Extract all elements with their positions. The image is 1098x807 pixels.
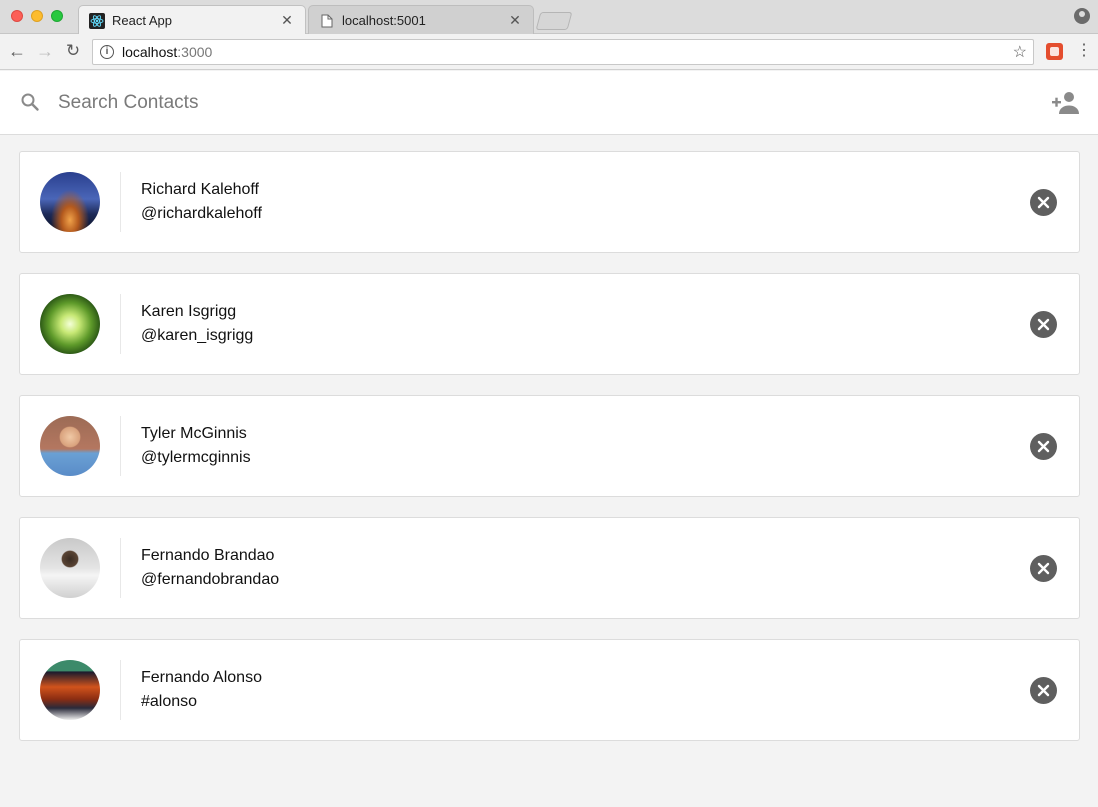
remove-contact-button[interactable] [1030,555,1057,582]
avatar [40,538,100,598]
address-bar[interactable]: i localhost:3000 ☆ [92,39,1034,65]
avatar [40,660,100,720]
contact-name: Fernando Brandao [141,547,275,564]
close-icon [1037,440,1050,453]
forward-arrow-icon[interactable]: → [34,40,56,62]
remove-contact-button[interactable] [1030,189,1057,216]
divider [120,416,121,476]
document-icon [319,13,335,29]
minimize-window-button[interactable] [31,10,43,22]
contact-handle: @fernandobrandao [141,571,280,588]
contact-name: Tyler McGinnis [141,425,247,442]
search-icon [20,92,40,112]
browser-titlebar: React App ✕ localhost:5001 ✕ [0,0,1098,35]
add-person-icon[interactable] [1052,90,1080,116]
contact-card: Karen Isgrigg @karen_isgrigg [19,273,1080,375]
remove-contact-button[interactable] [1030,311,1057,338]
contact-name: Richard Kalehoff [141,181,259,198]
close-tab-icon[interactable]: ✕ [279,12,295,29]
bookmark-star-icon[interactable]: ☆ [1013,42,1027,62]
contact-handle: @tylermcginnis [141,449,251,466]
back-arrow-icon[interactable]: ← [6,40,28,62]
close-icon [1037,196,1050,209]
close-tab-icon[interactable]: ✕ [507,12,523,29]
profile-icon[interactable] [1074,8,1090,24]
extension-icon[interactable] [1046,43,1063,60]
remove-contact-button[interactable] [1030,677,1057,704]
avatar [40,172,100,232]
info-icon[interactable]: i [100,45,114,59]
close-icon [1037,318,1050,331]
contact-handle: #alonso [141,693,198,710]
contact-details: Tyler McGinnis @tylermcginnis [141,424,251,468]
tab-title: React App [112,13,172,28]
url-host: localhost [122,44,178,60]
contact-name: Karen Isgrigg [141,303,237,320]
divider [120,172,121,232]
tab-title: localhost:5001 [342,13,426,28]
contact-details: Fernando Alonso #alonso [141,668,262,712]
contact-card: Tyler McGinnis @tylermcginnis [19,395,1080,497]
close-window-button[interactable] [11,10,23,22]
contact-list: Richard Kalehoff @richardkalehoff Karen … [19,151,1080,761]
tab-localhost-5001[interactable]: localhost:5001 ✕ [308,5,534,35]
avatar [40,294,100,354]
remove-contact-button[interactable] [1030,433,1057,460]
tab-react-app[interactable]: React App ✕ [78,5,306,35]
contact-card: Richard Kalehoff @richardkalehoff [19,151,1080,253]
contact-handle: @richardkalehoff [141,205,262,222]
divider [120,538,121,598]
divider [120,294,121,354]
contact-card: Fernando Alonso #alonso [19,639,1080,741]
search-bar [0,71,1098,135]
react-icon [89,12,105,29]
search-input[interactable] [58,85,1018,121]
contact-card: Fernando Brandao @fernandobrandao [19,517,1080,619]
maximize-window-button[interactable] [51,10,63,22]
new-tab-button[interactable] [535,12,573,30]
more-menu-icon[interactable]: ⋮ [1076,42,1092,60]
contacts-app: Richard Kalehoff @richardkalehoff Karen … [0,71,1098,807]
contact-details: Karen Isgrigg @karen_isgrigg [141,302,253,346]
reload-icon[interactable]: ↻ [62,40,84,62]
contact-name: Fernando Alonso [141,669,262,686]
url-text: localhost:3000 [122,44,212,60]
divider [120,660,121,720]
contact-details: Richard Kalehoff @richardkalehoff [141,180,262,224]
browser-toolbar: ← → ↻ i localhost:3000 ☆ ⋮ [0,34,1098,70]
close-icon [1037,562,1050,575]
avatar [40,416,100,476]
contact-details: Fernando Brandao @fernandobrandao [141,546,279,590]
contact-handle: @karen_isgrigg [141,327,254,344]
close-icon [1037,684,1050,697]
url-port: :3000 [177,44,213,60]
